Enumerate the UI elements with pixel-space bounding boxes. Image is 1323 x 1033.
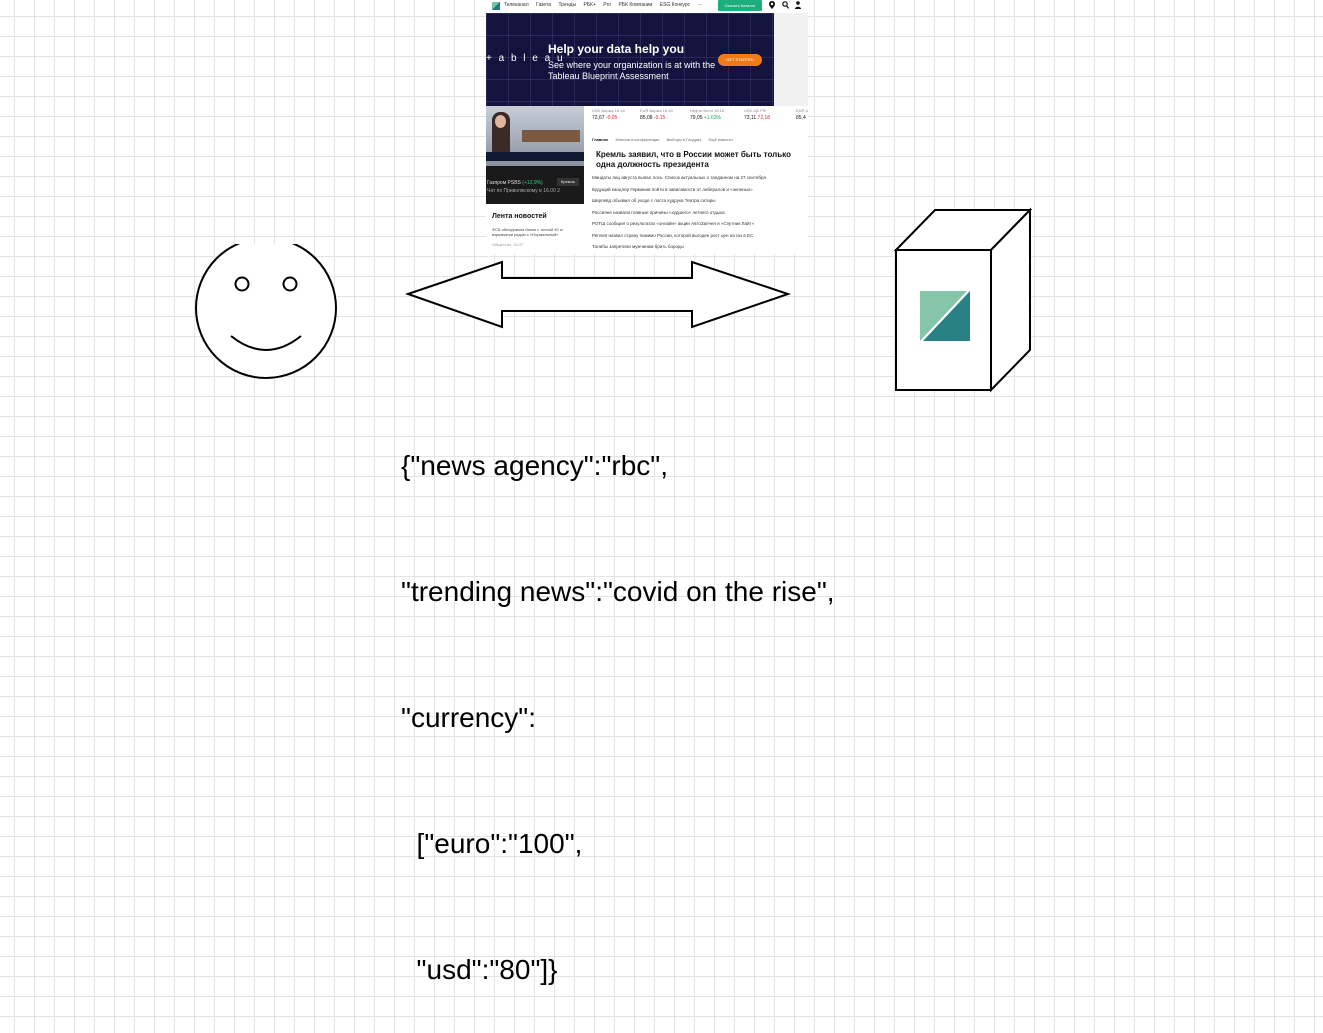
nav-item-rbc-plus[interactable]: РБК+ bbox=[583, 2, 595, 8]
location-pin-icon[interactable] bbox=[769, 1, 775, 12]
news-tabs: Главное Мнения и конференции Выборы в Го… bbox=[592, 137, 739, 142]
main-headline[interactable]: Кремль заявил, что в России может быть т… bbox=[596, 150, 796, 170]
news-list-item[interactable]: РОТШ сообщил о результатах «онлайн» акци… bbox=[592, 221, 806, 233]
rate-label: USD ЦБ РФ bbox=[744, 108, 766, 113]
news-feed-item[interactable]: ФСБ обнаружила банки с тонной 40 кг взры… bbox=[492, 227, 582, 237]
site-top-nav: Телеканал Газета Тренды РБК+ Pro РБК Ком… bbox=[486, 0, 808, 13]
nav-item-esg[interactable]: ESG Конкурс bbox=[660, 2, 690, 8]
tab-elections[interactable]: Выборы в Госдуму bbox=[667, 137, 702, 142]
currency-rate-item[interactable]: EUR Биржа 16:18 85,08 -0.15 bbox=[640, 108, 673, 121]
stock-quote-panel[interactable]: Газпром PSBS (+12,9%) Чат по Приволжском… bbox=[486, 166, 584, 204]
video-thumbnail[interactable] bbox=[486, 106, 584, 166]
news-feed-title: Лента новостей bbox=[492, 213, 547, 220]
news-list-item[interactable]: Шерлевд объявил об уходе с поста худрука… bbox=[592, 198, 806, 210]
quote-change: (+12,9%) bbox=[522, 180, 543, 186]
currency-rate-item[interactable]: USD ЦБ РФ 73,11 72,18 bbox=[744, 108, 770, 121]
news-list-item[interactable]: Мандаты лиц августа выпал лось. Список а… bbox=[592, 175, 806, 187]
nav-item-tv[interactable]: Телеканал bbox=[504, 2, 529, 8]
rbc-website-screenshot: Телеканал Газета Тренды РБК+ Pro РБК Ком… bbox=[486, 0, 808, 254]
rate-change: -0.05 bbox=[605, 115, 618, 121]
nav-item-trends[interactable]: Тренды bbox=[558, 2, 576, 8]
rate-value: 85,4 bbox=[796, 115, 806, 121]
tab-main[interactable]: Главное bbox=[592, 137, 608, 142]
rate-change: 72,18 bbox=[757, 115, 771, 121]
quote-tag[interactable]: Кремль bbox=[557, 178, 579, 186]
news-list-item[interactable]: Россияне назвали главные причины «худшег… bbox=[592, 210, 806, 222]
json-line-4: ["euro":"100", bbox=[401, 828, 583, 859]
tab-more-news[interactable]: Ещё новости bbox=[708, 137, 732, 142]
server-box-icon bbox=[893, 207, 1033, 393]
rate-label: USD Биржа 16:18 bbox=[592, 108, 625, 113]
json-line-5: "usd":"80"]} bbox=[401, 954, 558, 985]
json-payload-text: {"news agency":"rbc", "trending news":"c… bbox=[401, 361, 835, 1033]
nav-item-newspaper[interactable]: Газета bbox=[536, 2, 551, 8]
rate-label: EUR ЦБ bbox=[796, 108, 808, 113]
news-list-item[interactable]: Будущий канцлер Германии пойти в зависим… bbox=[592, 187, 806, 199]
news-list: Мандаты лиц августа выпал лось. Список а… bbox=[592, 175, 806, 254]
rate-value: 73,11 bbox=[744, 115, 757, 121]
rate-label: EUR Биржа 16:18 bbox=[640, 108, 673, 113]
rbc-logo-icon[interactable] bbox=[492, 2, 500, 10]
news-feed-meta: Общество, 16:37 bbox=[492, 242, 524, 247]
rate-value: 85,08 bbox=[640, 115, 653, 121]
ad-cta-button[interactable]: GET STARTED bbox=[718, 54, 762, 66]
news-list-item[interactable]: Талибы запретили мужчинам брить бороды bbox=[592, 244, 806, 254]
currency-rate-item[interactable]: Нефть Brent 16:18 79,05 +1.63% bbox=[690, 108, 724, 121]
rate-change: +1.63% bbox=[703, 115, 722, 121]
nav-item-pro[interactable]: Pro bbox=[603, 2, 611, 8]
rate-value: 79,05 bbox=[690, 115, 703, 121]
rate-change: -0.15 bbox=[653, 115, 666, 121]
search-icon[interactable] bbox=[782, 1, 790, 12]
json-line-1: {"news agency":"rbc", bbox=[401, 450, 668, 481]
nav-more-button[interactable]: ··· bbox=[698, 2, 703, 8]
json-line-2: "trending news":"covid on the rise", bbox=[401, 576, 835, 607]
rate-label: Нефть Brent 16:18 bbox=[690, 108, 725, 113]
currency-rate-item[interactable]: EUR ЦБ 85,4 bbox=[796, 108, 808, 121]
nav-menu: Телеканал Газета Тренды РБК+ Pro РБК Ком… bbox=[504, 2, 709, 8]
tableau-ad-banner[interactable]: + a b l e a u Help your data help you Se… bbox=[486, 13, 774, 106]
json-line-3: "currency": bbox=[401, 702, 537, 733]
tab-opinions[interactable]: Мнения и конференции bbox=[616, 137, 660, 142]
double-arrow-icon bbox=[404, 260, 792, 329]
ad-subtext: See where your organization is at with t… bbox=[548, 60, 716, 81]
user-icon[interactable] bbox=[795, 1, 801, 12]
quote-description: Чат по Приволжскому в 16.00 2 bbox=[487, 188, 560, 194]
currency-rates-bar: USD Биржа 16:18 72,67 -0.05 EUR Биржа 16:1… bbox=[592, 108, 808, 128]
smiley-face-icon bbox=[195, 244, 337, 379]
ad-headline: Help your data help you bbox=[548, 42, 685, 56]
nav-item-companies[interactable]: РБК Компании bbox=[618, 2, 652, 8]
quote-name: Газпром PSBS (+12,9%) bbox=[487, 180, 543, 186]
news-list-item[interactable]: Реплея назвал страну помимо России, кото… bbox=[592, 233, 806, 245]
currency-rate-item[interactable]: USD Биржа 16:18 72,67 -0.05 bbox=[592, 108, 625, 121]
rate-value: 72,67 bbox=[592, 115, 605, 121]
subscribe-button[interactable]: Скачать Каталог bbox=[718, 0, 762, 11]
page-sidebar-gap bbox=[774, 0, 808, 106]
